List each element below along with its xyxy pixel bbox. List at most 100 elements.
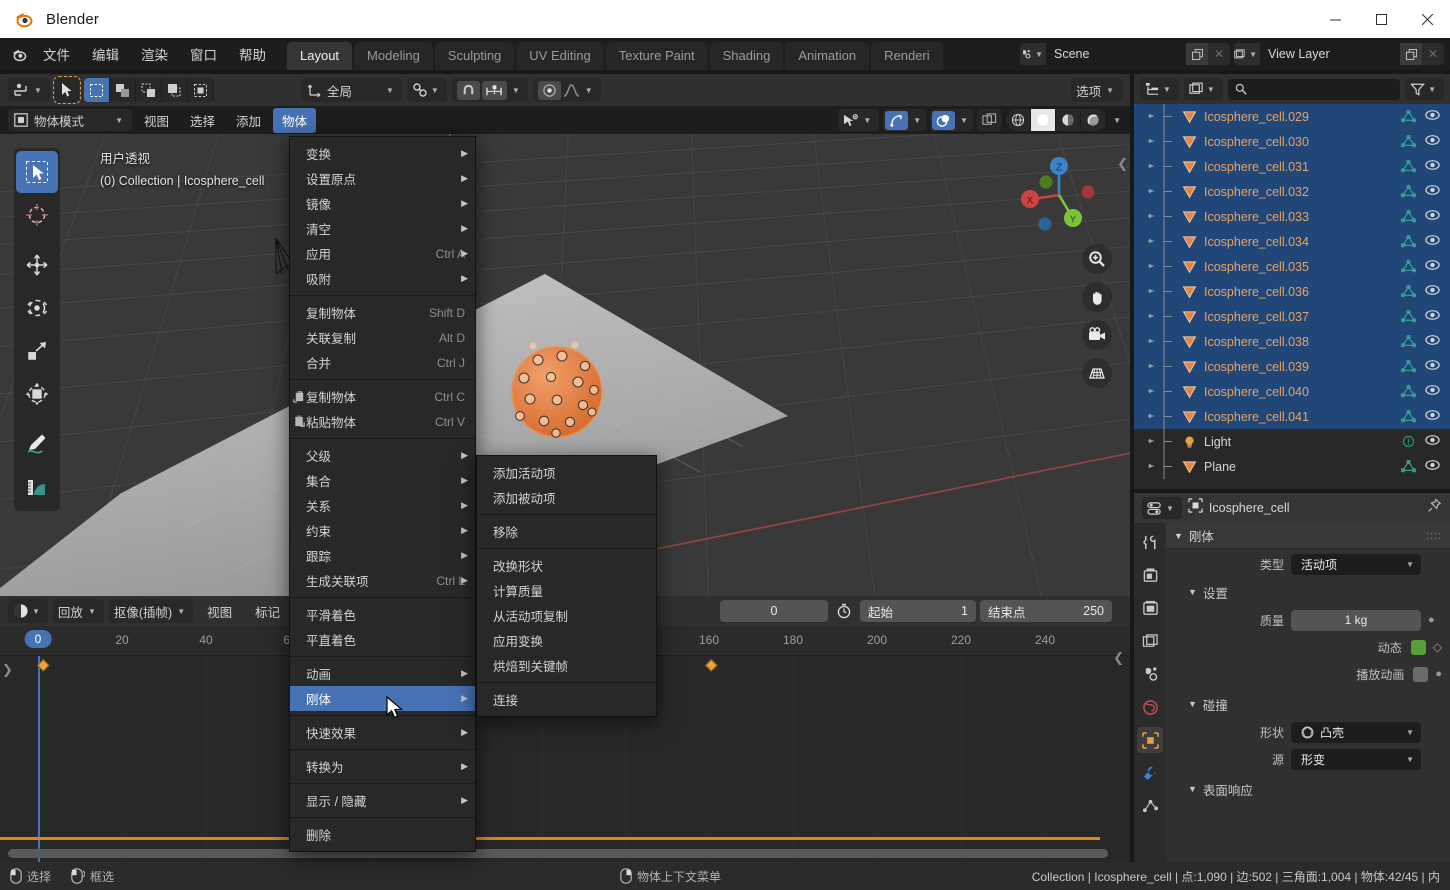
rigidbody-submenu[interactable]: 添加活动项 添加被动项 移除 改换形状 计算质量 从活动项复制 应用变换 烘焙到关键帧 连接: [476, 455, 657, 717]
snap-toggle[interactable]: ▼: [406, 78, 447, 102]
proportional-edit-toggle[interactable]: ▼: [532, 78, 601, 102]
animate-diamond-icon[interactable]: ◇: [1433, 640, 1442, 654]
solid-icon[interactable]: [1031, 109, 1057, 131]
pan-icon[interactable]: [1082, 282, 1112, 312]
scene-tab[interactable]: [1137, 661, 1163, 687]
transform-orientation-selector[interactable]: 全局 ▼: [301, 78, 402, 102]
current-frame-field[interactable]: 0: [720, 600, 828, 622]
mesh-data-icon[interactable]: [1401, 334, 1416, 349]
show-hide-toggle[interactable]: ▼: [838, 109, 880, 131]
timeline-sidebar-toggle-left[interactable]: ❯: [2, 662, 13, 678]
outliner-row[interactable]: Icosphere_cell.032: [1134, 179, 1450, 204]
properties-editor-type[interactable]: ▼: [1142, 497, 1182, 519]
menu-window[interactable]: 窗口: [179, 40, 228, 68]
viewport-menu-select[interactable]: 选择: [181, 108, 224, 133]
expand-arrow-icon[interactable]: [1148, 429, 1157, 454]
mesh-data-icon[interactable]: [1401, 359, 1416, 374]
frame-end-field[interactable]: 结束点 250: [980, 600, 1112, 622]
outliner-row[interactable]: Icosphere_cell.031: [1134, 154, 1450, 179]
tab-modeling[interactable]: Modeling: [354, 42, 433, 70]
outliner-row[interactable]: Icosphere_cell.040: [1134, 379, 1450, 404]
select-subtract-icon[interactable]: [135, 78, 162, 102]
rendered-icon[interactable]: [1081, 109, 1107, 131]
mesh-data-icon[interactable]: [1401, 209, 1416, 224]
mesh-data-icon[interactable]: [1401, 234, 1416, 249]
world-tab[interactable]: [1137, 694, 1163, 720]
outliner-row[interactable]: Icosphere_cell.034: [1134, 229, 1450, 254]
mesh-data-icon[interactable]: [1401, 384, 1416, 399]
expand-arrow-icon[interactable]: [1148, 254, 1157, 279]
menu-item[interactable]: 集合 ▶: [290, 468, 475, 493]
mesh-data-icon[interactable]: [1401, 159, 1416, 174]
menu-item[interactable]: 刚体 ▶: [290, 686, 475, 711]
outliner-row[interactable]: Light: [1134, 429, 1450, 454]
scene-selector[interactable]: ▼ Scene ✕: [1020, 43, 1230, 65]
outliner-row[interactable]: Icosphere_cell.039: [1134, 354, 1450, 379]
transform-tool-icon[interactable]: [16, 373, 58, 415]
expand-arrow-icon[interactable]: [1148, 454, 1157, 479]
outliner-tree[interactable]: Icosphere_cell.029 Icosphere_cell.030 Icos…: [1134, 104, 1450, 489]
select-invert-icon[interactable]: [161, 78, 188, 102]
select-intersect-icon[interactable]: [187, 78, 214, 102]
magnet-icon[interactable]: [456, 80, 480, 100]
playhead-line[interactable]: [38, 656, 40, 862]
remove-view-layer-button[interactable]: ✕: [1422, 43, 1444, 65]
gizmo-toggle-group[interactable]: ▼: [883, 109, 927, 131]
timeline-menu-view[interactable]: 视图: [198, 599, 241, 624]
viewport-options-button[interactable]: 选项 ▼: [1071, 78, 1122, 102]
visibility-eye-icon[interactable]: [1425, 284, 1440, 299]
panel-surface-response[interactable]: ▼ 表面响应: [1166, 776, 1450, 802]
visibility-eye-icon[interactable]: [1425, 234, 1440, 249]
ortho-persp-icon[interactable]: [1082, 358, 1112, 388]
mesh-data-icon[interactable]: [1401, 409, 1416, 424]
pin-icon[interactable]: [1427, 498, 1442, 518]
tab-shading[interactable]: Shading: [709, 42, 784, 70]
menu-item[interactable]: 复制物体 Ctrl C: [290, 384, 475, 409]
menu-item[interactable]: 清空 ▶: [290, 216, 475, 241]
panel-drag-handle[interactable]: ::::: [1426, 530, 1442, 542]
menu-item[interactable]: 添加活动项: [477, 460, 656, 485]
menu-file[interactable]: 文件: [32, 40, 81, 68]
visibility-eye-icon[interactable]: [1425, 159, 1440, 174]
menu-render[interactable]: 渲染: [130, 40, 179, 68]
box-select-new-icon[interactable]: [83, 78, 110, 102]
visibility-eye-icon[interactable]: [1425, 359, 1440, 374]
menu-item[interactable]: 应用 Ctrl A ▶: [290, 241, 475, 266]
visibility-eye-icon[interactable]: [1425, 459, 1440, 474]
mesh-data-icon[interactable]: [1401, 459, 1416, 474]
falloff-curve-icon[interactable]: [563, 83, 580, 98]
expand-arrow-icon[interactable]: [1148, 229, 1157, 254]
mass-field[interactable]: 1 kg: [1291, 609, 1421, 631]
tab-texture-paint[interactable]: Texture Paint: [605, 42, 708, 70]
visibility-eye-icon[interactable]: [1425, 109, 1440, 124]
menu-item[interactable]: 快速效果 ▶: [290, 720, 475, 745]
particles-tab[interactable]: [1137, 793, 1163, 819]
visibility-eye-icon[interactable]: [1425, 309, 1440, 324]
keyframe-marker[interactable]: [704, 658, 718, 672]
outliner-row[interactable]: Icosphere_cell.041: [1134, 404, 1450, 429]
menu-item[interactable]: 粘贴物体 Ctrl V: [290, 409, 475, 434]
animate-dot-icon[interactable]: ●: [1435, 668, 1442, 680]
editor-type-selector[interactable]: ▼: [8, 78, 50, 102]
menu-edit[interactable]: 编辑: [81, 40, 130, 68]
timeline-menu-playback[interactable]: 回放 ▼: [52, 599, 104, 623]
outliner-row[interactable]: Icosphere_cell.036: [1134, 279, 1450, 304]
outliner-row[interactable]: Icosphere_cell.038: [1134, 329, 1450, 354]
expand-arrow-icon[interactable]: [1148, 304, 1157, 329]
properties-content[interactable]: ▼ 刚体 :::: 类型 活动项 ▼ ▼ 设置 质量 1 kg ● 动态 ◇ 播…: [1166, 523, 1450, 862]
proportional-editing-group[interactable]: ▼: [451, 78, 528, 102]
outliner-row[interactable]: Icosphere_cell.029: [1134, 104, 1450, 129]
view-layer-name[interactable]: View Layer: [1260, 43, 1400, 65]
tweak-tool-icon[interactable]: [16, 151, 58, 193]
tool-tab[interactable]: [1137, 529, 1163, 555]
shape-dropdown[interactable]: 凸壳 ▼: [1291, 721, 1421, 743]
outliner-display-mode[interactable]: ▼: [1183, 78, 1223, 100]
minimize-button[interactable]: [1312, 0, 1358, 38]
tab-uv-editing[interactable]: UV Editing: [516, 42, 604, 70]
snap-target-icon[interactable]: [481, 80, 507, 100]
dynamic-checkbox[interactable]: [1410, 639, 1426, 655]
animate-dot-icon[interactable]: ●: [1428, 614, 1435, 626]
timeline-menu-marker[interactable]: 标记: [246, 599, 289, 624]
menu-item[interactable]: 镜像 ▶: [290, 191, 475, 216]
menu-item[interactable]: 添加被动项: [477, 485, 656, 510]
